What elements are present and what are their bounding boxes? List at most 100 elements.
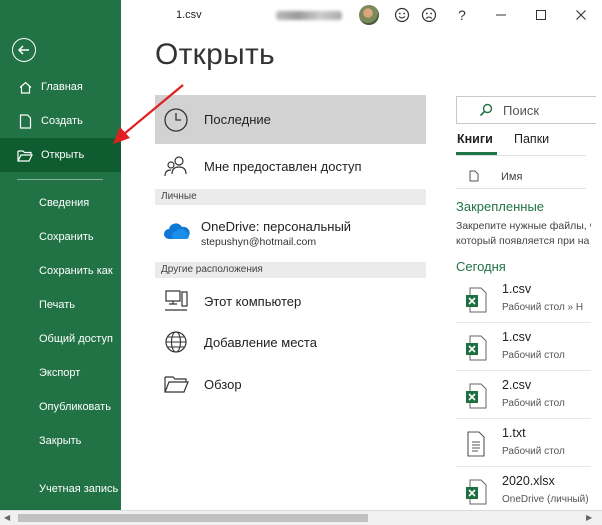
location-shared-with-me[interactable]: Мне предоставлен доступ [155,144,426,188]
location-label: Обзор [204,376,242,392]
tab-divider [456,155,586,156]
close-icon[interactable] [571,5,591,25]
column-header-name[interactable]: Имя [456,165,586,189]
onedrive-cloud-icon [163,221,191,241]
file-name: 1.txt [502,426,526,440]
sidebar-item-share[interactable]: Общий доступ [0,322,121,356]
onedrive-email: stepushyn@hotmail.com [201,236,317,248]
page-title: Открыть [155,38,275,71]
sidebar-item-print[interactable]: Печать [0,288,121,322]
user-name-blurred [276,11,342,20]
sidebar-item-open[interactable]: Открыть [0,138,121,172]
excel-file-icon [466,479,487,505]
clock-icon [162,106,190,134]
sidebar-item-label: Учетная запись [39,483,119,495]
home-icon [17,79,33,95]
sidebar-item-label: Общий доступ [39,333,113,345]
excel-file-icon [466,383,487,409]
file-location: Рабочий стол [502,350,565,361]
globe-icon [162,328,190,356]
folder-icon [162,370,190,398]
document-title: 1.csv [176,9,202,21]
excel-file-icon [466,335,487,361]
sidebar-item-account[interactable]: Учетная запись [0,472,121,506]
pinned-section-title: Закрепленные [456,199,545,214]
location-recent[interactable]: Последние [155,95,426,144]
column-label: Имя [501,171,523,183]
scrollbar-thumb[interactable] [18,514,368,522]
backstage-sidebar: Главная Создать Открыть Сведения Сохрани… [0,0,121,510]
location-onedrive[interactable]: OneDrive: персональный stepushyn@hotmail… [155,213,426,253]
sidebar-item-label: Опубликовать [39,401,111,413]
text-file-icon [467,431,485,457]
file-row[interactable]: 1.csv Рабочий стол [456,324,591,371]
file-name: 1.csv [502,330,532,344]
location-browse[interactable]: Обзор [155,362,426,406]
scroll-right-icon[interactable]: ▶ [586,513,592,522]
frown-icon[interactable] [419,5,439,25]
smile-icon[interactable] [392,5,412,25]
file-name: 2.csv [502,378,532,392]
search-placeholder: Поиск [503,102,540,118]
file-type-icon [469,170,479,182]
tab-folders[interactable]: Папки [514,132,549,146]
back-arrow-icon [17,45,29,55]
computer-icon [162,287,190,315]
sidebar-item-label: Печать [39,299,76,311]
back-button[interactable] [12,38,36,62]
people-icon [162,152,190,180]
group-header-other: Другие расположения [155,262,426,278]
sidebar-item-label: Сохранить [39,231,94,243]
minimize-icon[interactable] [491,5,511,25]
sidebar-item-new[interactable]: Создать [0,104,121,138]
search-icon [479,103,493,117]
sidebar-item-publish[interactable]: Опубликовать [0,390,121,424]
sidebar-item-label: Главная [41,81,83,93]
sidebar-item-home[interactable]: Главная [0,70,121,104]
sidebar-item-label: Открыть [41,149,85,161]
sidebar-item-label: Создать [41,115,83,127]
sidebar-item-save-as[interactable]: Сохранить как [0,254,121,288]
excel-file-icon [466,287,487,313]
sidebar-item-close[interactable]: Закрыть [0,424,121,458]
sidebar-divider [17,179,103,180]
group-header-personal: Личные [155,189,426,205]
file-row[interactable]: 2020.xlsx OneDrive (личный) [456,468,591,515]
location-label: Мне предоставлен доступ [204,158,362,174]
sidebar-item-info[interactable]: Сведения [0,186,121,220]
location-label: Этот компьютер [204,293,302,309]
title-bar: 1.csv ? [121,0,602,30]
help-button[interactable]: ? [452,5,472,25]
sidebar-item-label: Экспорт [39,367,81,379]
file-name: 2020.xlsx [502,474,555,488]
pinned-hint: Закрепите нужные файлы, ч который появля… [456,219,591,249]
search-input[interactable]: Поиск [456,96,596,124]
scroll-left-icon[interactable]: ◀ [4,513,10,522]
pinned-hint-line: который появляется при на [456,235,590,247]
file-row[interactable]: 1.csv Рабочий стол » Н [456,276,591,323]
location-add-place[interactable]: Добавление места [155,320,426,364]
location-this-pc[interactable]: Этот компьютер [155,279,426,323]
new-document-icon [17,113,33,129]
file-name: 1.csv [502,282,532,296]
file-location: Рабочий стол » Н [502,302,584,313]
sidebar-item-label: Сохранить как [39,265,113,277]
horizontal-scrollbar[interactable]: ◀ ▶ [0,510,602,525]
pinned-hint-line: Закрепите нужные файлы, ч [456,220,591,232]
file-row[interactable]: 1.txt Рабочий стол [456,420,591,467]
file-location: Рабочий стол [502,446,565,457]
onedrive-title: OneDrive: персональный [201,219,352,234]
file-location: OneDrive (личный) [502,494,589,505]
maximize-icon[interactable] [531,5,551,25]
avatar[interactable] [359,5,379,25]
sidebar-item-save[interactable]: Сохранить [0,220,121,254]
sidebar-item-label: Сведения [39,197,90,209]
today-section-title: Сегодня [456,259,506,274]
open-folder-icon [17,147,33,163]
file-row[interactable]: 2.csv Рабочий стол [456,372,591,419]
sidebar-item-label: Закрыть [39,435,82,447]
tab-books[interactable]: Книги [457,132,493,146]
location-label: Последние [204,112,271,127]
file-location: Рабочий стол [502,398,565,409]
sidebar-item-export[interactable]: Экспорт [0,356,121,390]
